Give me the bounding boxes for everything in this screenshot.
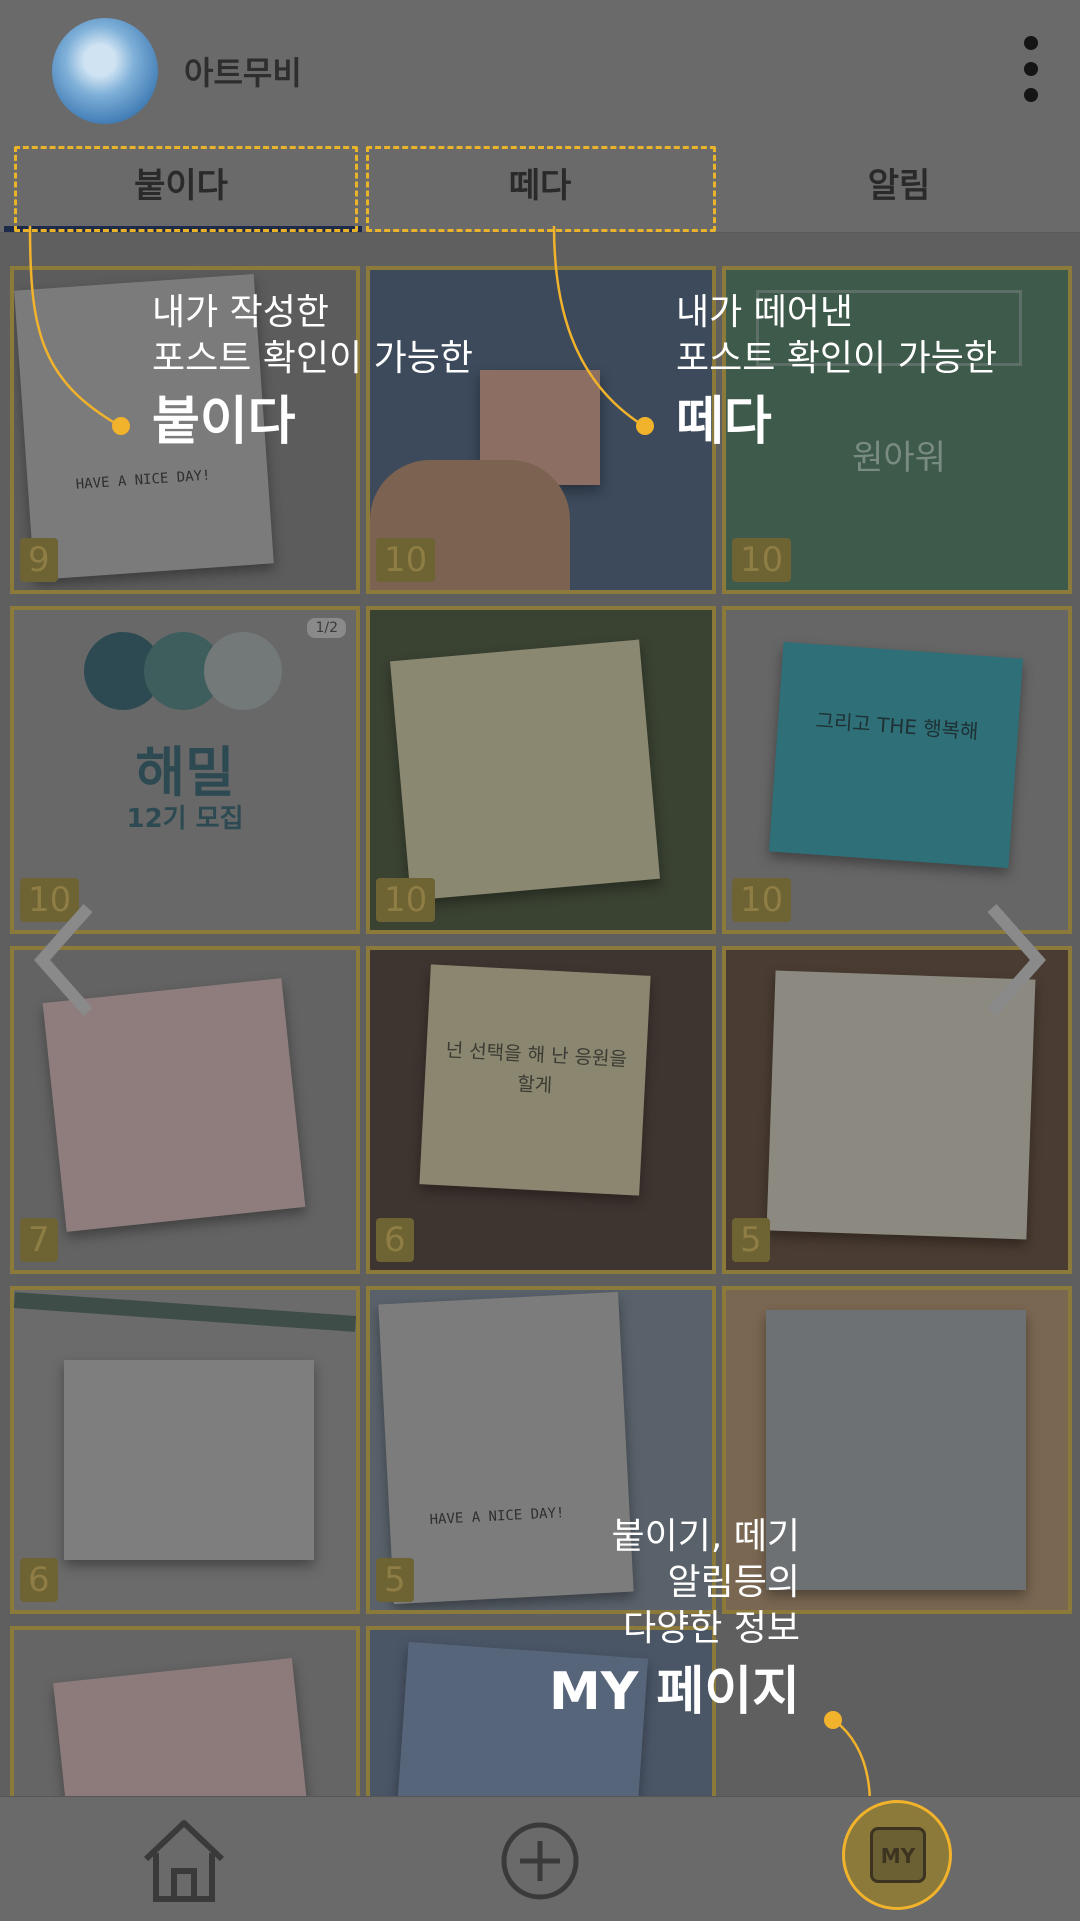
coachmark-line: 붙이기, 떼기 <box>611 1516 801 1557</box>
post-illustration <box>766 1310 1026 1590</box>
coachmark-title: 붙이다 <box>152 392 296 452</box>
coachmark-line: 내가 작성한 <box>152 292 330 333</box>
poster-title: 해밀 <box>135 741 235 804</box>
post-note <box>390 639 660 901</box>
post-tile[interactable] <box>10 1626 360 1796</box>
coachmark-title: 떼다 <box>676 392 772 452</box>
app-header: 아트무비 <box>0 0 1080 140</box>
coachmark-attach: 내가 작성한 포스트 확인이 가능한 붙이다 <box>152 290 473 454</box>
highlight-tab-detach <box>366 146 716 232</box>
add-circle-icon[interactable] <box>490 1811 590 1911</box>
chevron-right-icon[interactable] <box>980 900 1050 1020</box>
coachmark-detach: 내가 떼어낸 포스트 확인이 가능한 떼다 <box>676 290 997 454</box>
post-count: 10 <box>732 878 792 922</box>
post-note <box>64 1360 314 1560</box>
coachmark-my: 붙이기, 떼기 알림등의 다양한 정보 MY 페이지 <box>500 1514 800 1724</box>
poster-subtitle: 12기 모집 <box>126 804 244 834</box>
note-text: 넌 선택을 해 난 응원을 할게 <box>445 1039 628 1097</box>
post-count: 10 <box>376 878 436 922</box>
highlight-tab-attach <box>14 146 358 232</box>
my-page-button[interactable]: MY <box>842 1800 952 1910</box>
post-tile[interactable]: 10 <box>366 606 716 934</box>
coachmark-dot <box>636 417 654 435</box>
post-tile[interactable]: 넌 선택을 해 난 응원을 할게 6 <box>366 946 716 1274</box>
post-count: 7 <box>20 1218 58 1262</box>
tab-notifications[interactable]: 알림 <box>718 140 1080 232</box>
username: 아트무비 <box>184 54 302 92</box>
coachmark-dot <box>112 417 130 435</box>
coachmark-line: 포스트 확인이 가능한 <box>152 338 473 379</box>
circle-graphic <box>204 632 282 710</box>
my-page-icon: MY <box>870 1827 926 1883</box>
my-label: MY <box>880 1844 916 1868</box>
kebab-menu-icon[interactable] <box>1016 36 1046 110</box>
coachmark-title: MY 페이지 <box>548 1662 800 1722</box>
avatar[interactable] <box>52 18 158 124</box>
post-count: 6 <box>20 1558 58 1602</box>
post-tile[interactable]: 해밀 12기 모집 1/2 10 <box>10 606 360 934</box>
pen-graphic <box>14 1292 356 1332</box>
chevron-left-icon[interactable] <box>30 900 100 1020</box>
post-note <box>53 1658 315 1796</box>
post-count: 9 <box>20 538 58 582</box>
coachmark-dot <box>824 1711 842 1729</box>
page-badge: 1/2 <box>307 618 346 638</box>
post-count: 6 <box>376 1218 414 1262</box>
post-count: 10 <box>376 538 436 582</box>
post-note: 그리고 THE 행복해 <box>768 641 1024 869</box>
coachmark-line: 알림등의 <box>667 1562 800 1603</box>
post-tile[interactable]: 6 <box>10 1286 360 1614</box>
coachmark-line: 내가 떼어낸 <box>676 292 854 333</box>
note-text: 그리고 THE 행복해 <box>814 708 980 744</box>
home-icon[interactable] <box>134 1811 234 1911</box>
post-tile[interactable]: 그리고 THE 행복해 10 <box>722 606 1072 934</box>
note-text: HAVE A NICE DAY! <box>75 467 211 493</box>
coachmark-line: 다양한 정보 <box>622 1608 800 1649</box>
coachmark-line: 포스트 확인이 가능한 <box>676 338 997 379</box>
post-count: 5 <box>376 1558 414 1602</box>
post-note: 넌 선택을 해 난 응원을 할게 <box>419 964 651 1196</box>
post-count: 5 <box>732 1218 770 1262</box>
post-count: 10 <box>732 538 792 582</box>
